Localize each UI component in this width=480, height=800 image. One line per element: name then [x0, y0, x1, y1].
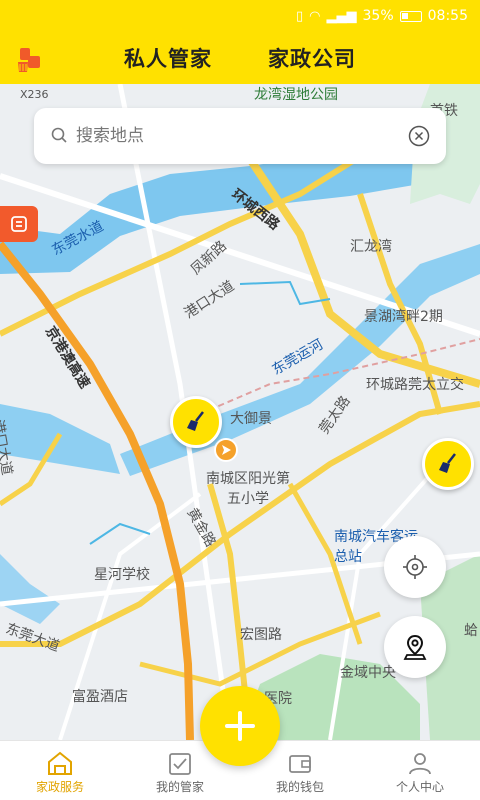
map-label-dayujing: 大御景 [230, 411, 272, 427]
home-icon [48, 751, 72, 775]
search-bar[interactable] [34, 108, 446, 164]
signal-icon: ▂▄▆ [326, 8, 357, 24]
battery-icon [399, 10, 422, 22]
nav-label: 我的钱包 [275, 780, 324, 794]
header-tabs: 私人管家 家政公司 [0, 32, 480, 84]
housekeeper-marker[interactable] [422, 438, 474, 490]
app-header: 私人管家 家政公司 [0, 32, 480, 84]
crosshair-icon [403, 555, 427, 579]
location-pin-button[interactable] [384, 616, 446, 678]
map-label-huilong: 汇龙湾 [350, 239, 392, 255]
user-icon [409, 753, 431, 775]
status-bar: ▯ ◠ ▂▄▆ 35% 08:55 [0, 0, 480, 32]
list-icon [11, 216, 27, 232]
search-input[interactable] [76, 126, 408, 146]
tab-housekeeping-company[interactable]: 家政公司 [268, 43, 356, 73]
add-button[interactable] [200, 686, 280, 766]
map-label-ge: 蛤 [464, 623, 478, 639]
map-label-longwan: 龙湾湿地公园 [254, 87, 338, 103]
plus-icon [225, 711, 255, 741]
map-label-hongtu: 宏图路 [240, 627, 282, 643]
battery-percent: 35% [362, 8, 394, 24]
wallet-icon [289, 755, 311, 773]
map-label-jinyu: 金域中央 [340, 665, 396, 681]
nav-label: 我的管家 [155, 780, 204, 794]
butler-icon [169, 753, 191, 775]
map-pin-icon [403, 634, 427, 660]
nav-label: 个人中心 [395, 780, 444, 794]
vibrate-icon: ▯ [296, 8, 304, 24]
locate-me-button[interactable] [384, 536, 446, 598]
map-label-fuying: 富盈酒店 [72, 689, 128, 705]
broom-icon [439, 453, 456, 473]
housekeeper-marker[interactable] [170, 396, 222, 448]
nav-housekeeping-service[interactable]: 家政服务 [0, 741, 120, 800]
broom-icon [187, 411, 204, 431]
map-label-x236: X236 [20, 88, 49, 101]
my-location-arrow-icon [214, 438, 238, 462]
map-label-xinghe: 星河学校 [94, 567, 150, 583]
nav-label: 家政服务 [35, 780, 84, 794]
clock: 08:55 [427, 8, 468, 24]
nav-personal-center[interactable]: 个人中心 [360, 741, 480, 800]
map-label-jinghu: 景湖湾畔2期 [364, 309, 443, 325]
tab-private-butler[interactable]: 私人管家 [124, 43, 212, 73]
clear-icon[interactable] [408, 125, 430, 147]
search-icon [51, 127, 67, 143]
wifi-icon: ◠ [309, 8, 321, 24]
side-menu-button[interactable] [0, 206, 38, 242]
map-label-huancheng-wan: 环城路莞太立交 [366, 377, 464, 393]
map-label-school: 南城区阳光第五小学 [206, 471, 290, 507]
